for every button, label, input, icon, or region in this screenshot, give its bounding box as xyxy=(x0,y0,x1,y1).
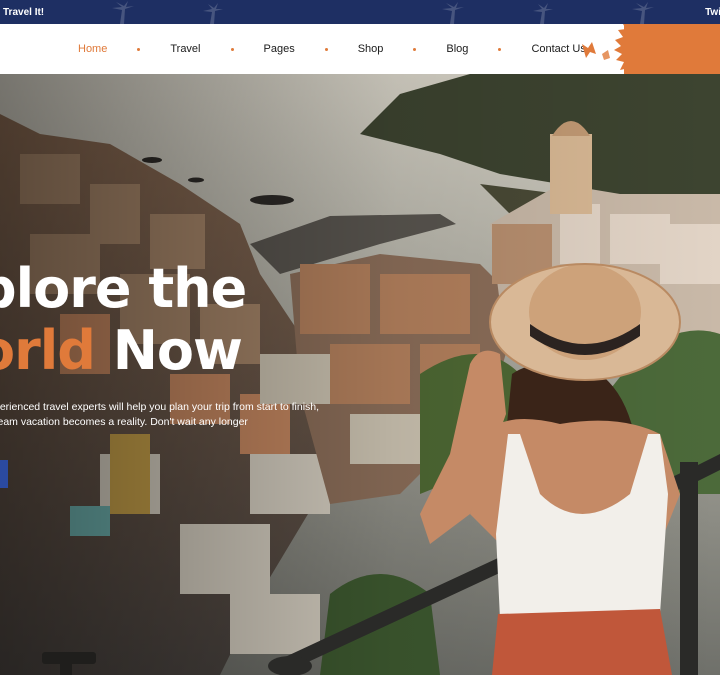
palm-pattern-decoration xyxy=(112,1,654,24)
nav-item-blog[interactable]: Blog xyxy=(446,43,468,55)
nav-separator-dot xyxy=(230,47,234,51)
nav-item-travel[interactable]: Travel xyxy=(170,43,200,55)
hero-title-accent: orld xyxy=(0,319,96,382)
nav-separator-dot xyxy=(137,47,141,51)
nav-cta-button[interactable] xyxy=(624,24,720,74)
main-navbar: Home Travel Pages Shop Blog Contact Us xyxy=(0,24,720,74)
nav-separator-dot xyxy=(324,47,328,51)
hero-title-rest: Now xyxy=(94,319,243,382)
hero-subtitle-line2: ream vacation becomes a reality. Don't w… xyxy=(0,416,248,428)
nav-separator-dot xyxy=(498,47,502,51)
nav-separator-dot xyxy=(413,47,417,51)
hero-section: plore the orld Now perienced travel expe… xyxy=(0,74,720,675)
hero-title-line2: orld Now xyxy=(0,320,246,382)
hero-title-line1: plore the xyxy=(0,257,247,320)
hero-subtitle-line1: perienced travel experts will help you p… xyxy=(0,401,320,413)
nav-item-home[interactable]: Home xyxy=(78,43,107,55)
nav-item-shop[interactable]: Shop xyxy=(358,43,384,55)
hero-title: plore the orld Now xyxy=(0,257,247,382)
hero-subtitle: perienced travel experts will help you p… xyxy=(0,400,374,430)
topbar-right-text[interactable]: Twi xyxy=(705,7,720,18)
nav-menu: Home Travel Pages Shop Blog Contact Us xyxy=(78,24,586,74)
nav-item-pages[interactable]: Pages xyxy=(264,43,295,55)
top-bar: Travel It! Twi xyxy=(0,0,720,24)
topbar-left-text: Travel It! xyxy=(3,6,45,18)
